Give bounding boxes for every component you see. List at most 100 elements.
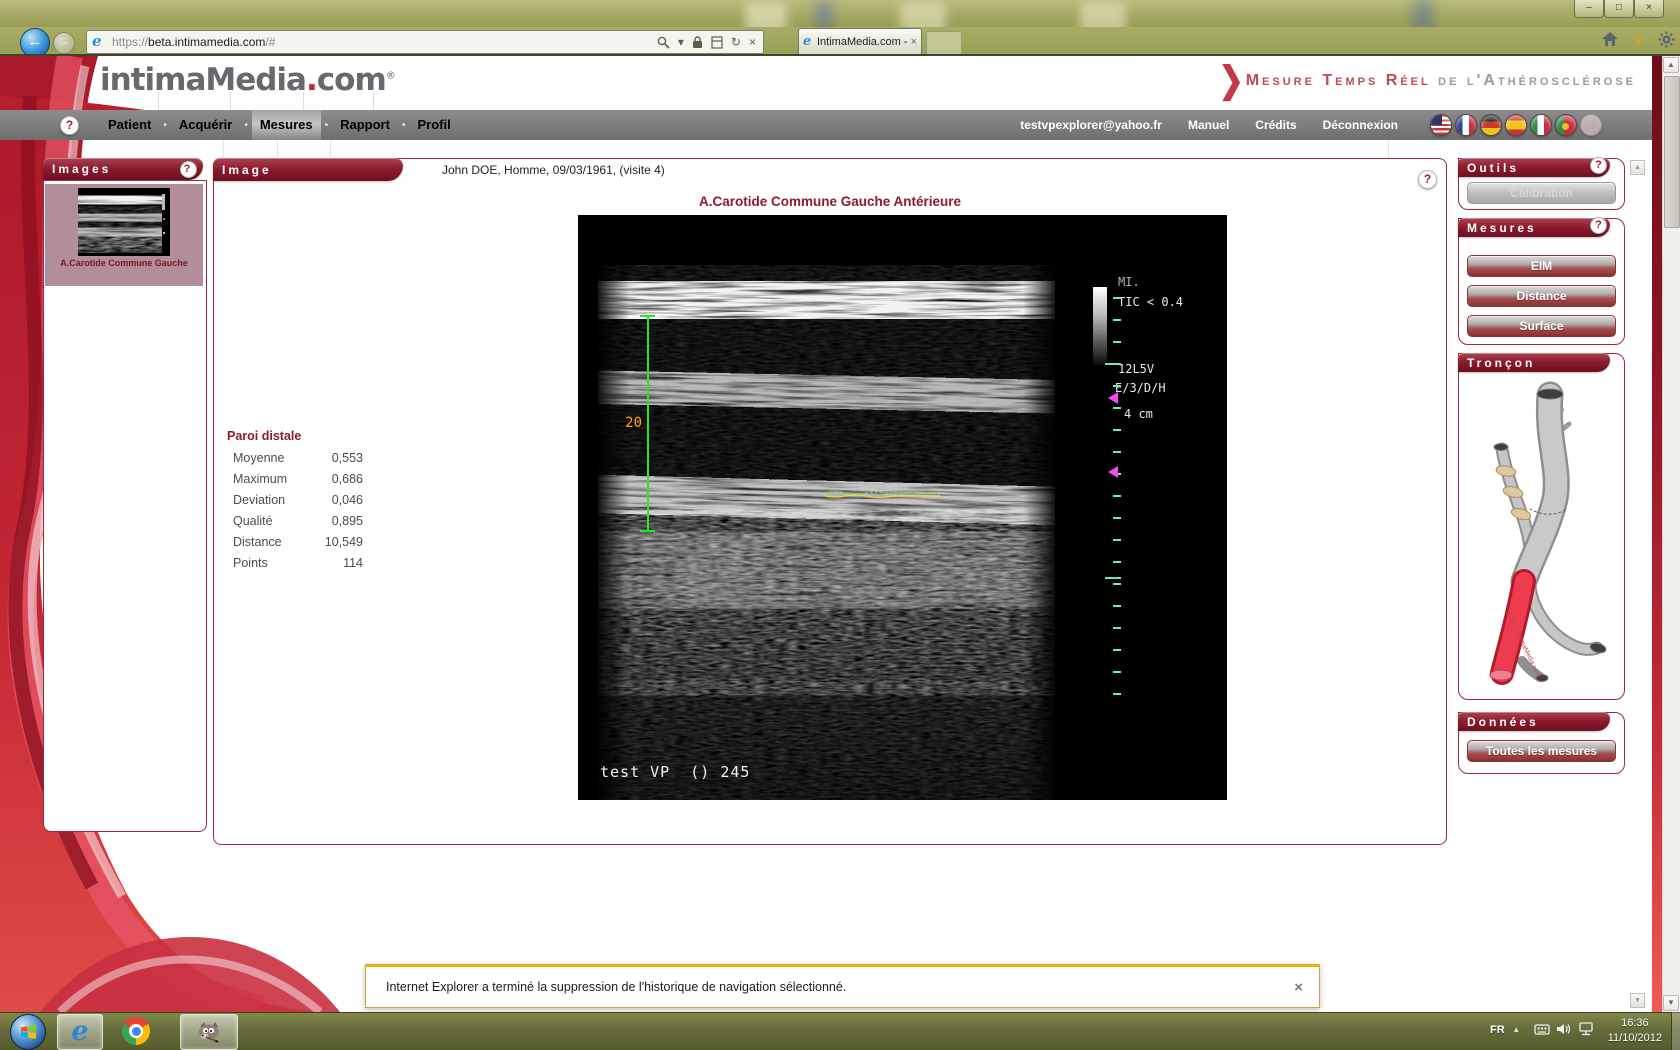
- ultrasound-thumbnail[interactable]: [78, 188, 170, 256]
- back-icon: ←: [28, 33, 43, 50]
- tray-network-icon[interactable]: [1578, 1022, 1595, 1039]
- eim-button[interactable]: EIM: [1467, 255, 1616, 277]
- nav-item-patient[interactable]: Patient: [100, 110, 159, 140]
- settings-gear-icon[interactable]: [1656, 31, 1676, 51]
- browser-tab[interactable]: e IntimaMedia.com - Intellig... ×: [798, 28, 922, 54]
- depth-label: 4 cm: [1124, 407, 1153, 421]
- window-maximize-button[interactable]: □: [1604, 0, 1634, 18]
- probe-label: 12L5V: [1118, 362, 1154, 376]
- outils-help-button[interactable]: ?: [1590, 157, 1607, 174]
- notification-close-icon[interactable]: ×: [1294, 979, 1303, 996]
- language-indicator[interactable]: FR: [1490, 1024, 1505, 1036]
- flag-fr-icon[interactable]: [1455, 114, 1477, 136]
- taskbar-chrome-button[interactable]: [122, 1017, 150, 1045]
- flag-us-icon[interactable]: [1430, 114, 1452, 136]
- ultrasound-footer-text: test VP () 245: [600, 763, 750, 781]
- tab-close-icon[interactable]: ×: [911, 36, 917, 48]
- ultrasound-canvas[interactable]: 20 MI. TIC < 0.4 12L5V E/3/D/H 4 cm test…: [578, 215, 1227, 800]
- nav-link-deconnexion[interactable]: Déconnexion: [1323, 118, 1398, 132]
- nav-link-credits[interactable]: Crédits: [1255, 118, 1296, 132]
- nav-item-acquerir[interactable]: Acquérir: [171, 110, 240, 140]
- search-dropdown-caret[interactable]: ▾: [678, 35, 684, 49]
- new-tab-button[interactable]: [926, 31, 962, 55]
- window-minimize-button[interactable]: –: [1574, 0, 1604, 18]
- divider: [373, 92, 374, 110]
- troncon-panel-title: Tronçon: [1467, 356, 1535, 370]
- flag-disabled-icon: [1580, 114, 1602, 136]
- mesures-panel-title: Mesures: [1467, 221, 1537, 235]
- tray-keyboard-icon[interactable]: [1534, 1022, 1551, 1039]
- notification-text: Internet Explorer a terminé la suppressi…: [386, 980, 846, 994]
- screen: – □ × ← → e https://beta.intimamedia.com…: [0, 0, 1680, 1050]
- taskbar-ie-button[interactable]: e: [57, 1014, 103, 1050]
- images-help-button[interactable]: ?: [180, 161, 197, 178]
- caliper-top-cap[interactable]: [640, 315, 655, 317]
- hidden-icons-arrow[interactable]: ▴: [1514, 1024, 1519, 1035]
- url-text[interactable]: https://beta.intimamedia.com/#: [112, 35, 275, 49]
- ruler-major-tick: [1105, 363, 1121, 365]
- site-tagline: ❯ Mesure Temps Réel de l'Athérosclérose: [1219, 68, 1636, 94]
- paroi-distale-title: Paroi distale: [227, 429, 301, 443]
- taskbar-gimp-button[interactable]: [180, 1014, 238, 1050]
- scrollbar-down-button[interactable]: ▼: [1663, 995, 1679, 1011]
- dot-separator: •: [398, 120, 410, 131]
- taskbar-clock[interactable]: 16:36 11/10/2012: [1608, 1016, 1662, 1046]
- image-help-button[interactable]: ?: [1418, 170, 1437, 189]
- flag-it-icon[interactable]: [1530, 114, 1552, 136]
- chrome-icon: [129, 1024, 143, 1038]
- focus-marker-icon: [1108, 466, 1118, 478]
- scrollbar-up-button[interactable]: ▲: [1663, 57, 1679, 73]
- toutes-les-mesures-button[interactable]: Toutes les mesures: [1467, 740, 1616, 762]
- divider: [158, 92, 159, 110]
- stop-icon[interactable]: ×: [749, 35, 756, 49]
- nav-help-button[interactable]: ?: [60, 116, 79, 135]
- donnees-panel-title: Données: [1467, 715, 1539, 729]
- measure-row: Maximum0,686: [233, 472, 363, 486]
- flag-pt-icon[interactable]: [1555, 114, 1577, 136]
- lock-icon: [692, 36, 703, 49]
- home-icon[interactable]: [1600, 31, 1620, 51]
- minimize-icon: –: [1586, 2, 1592, 13]
- flag-de-icon[interactable]: [1480, 114, 1502, 136]
- content-scroll-up-button[interactable]: ▲: [1630, 160, 1645, 175]
- distance-button[interactable]: Distance: [1467, 285, 1616, 307]
- dot-separator: •: [321, 120, 333, 131]
- measure-row: Moyenne0,553: [233, 451, 363, 465]
- window-close-button[interactable]: ×: [1634, 0, 1664, 18]
- images-panel-header: Images ?: [43, 158, 203, 180]
- tic-label: TIC < 0.4: [1118, 295, 1183, 309]
- calibration-button: Calibration: [1467, 182, 1616, 204]
- caliper-bottom-cap[interactable]: [640, 530, 655, 532]
- ruler-major-tick: [1105, 577, 1121, 579]
- content-scroll-down-button[interactable]: ▼: [1630, 993, 1645, 1008]
- address-bar[interactable]: e https://beta.intimamedia.com/# ▾ ↻ ×: [86, 30, 764, 54]
- flag-es-icon[interactable]: [1505, 114, 1527, 136]
- ie-icon: e: [71, 1017, 88, 1047]
- favorites-star-icon[interactable]: ★: [1628, 31, 1648, 51]
- site-logo[interactable]: intimaMedia.com®: [100, 62, 395, 98]
- artery-diagram[interactable]: © 2011 IntimaMedia.com: [1472, 381, 1612, 693]
- nav-item-profil[interactable]: Profil: [409, 110, 458, 140]
- scrollbar-thumb[interactable]: [1664, 76, 1680, 228]
- user-email: testvpexplorer@yahoo.fr: [1020, 118, 1162, 132]
- show-desktop-button[interactable]: [1671, 1012, 1680, 1050]
- browser-forward-button[interactable]: →: [53, 32, 75, 54]
- search-icon[interactable]: [657, 36, 670, 49]
- nav-link-manuel[interactable]: Manuel: [1188, 118, 1229, 132]
- tray-volume-icon[interactable]: [1556, 1022, 1573, 1039]
- nav-item-rapport[interactable]: Rapport: [332, 110, 398, 140]
- caliper-line[interactable]: [647, 316, 649, 532]
- divider: [230, 92, 231, 110]
- image-panel-title: Image: [222, 163, 272, 177]
- start-button[interactable]: [10, 1014, 46, 1050]
- image-panel-header: Image: [213, 158, 403, 181]
- chevron-icon: ❯: [1219, 65, 1244, 96]
- compatibility-view-icon[interactable]: [711, 36, 723, 49]
- nav-item-mesures[interactable]: Mesures: [252, 110, 321, 140]
- tab-favicon: e: [803, 35, 817, 49]
- refresh-icon[interactable]: ↻: [731, 35, 741, 49]
- mesures-help-button[interactable]: ?: [1590, 217, 1607, 234]
- surface-button[interactable]: Surface: [1467, 315, 1616, 337]
- thumbnail-caption: A.Carotide Commune Gauche: [45, 258, 203, 268]
- bg-right-red-strip: [1652, 56, 1662, 1012]
